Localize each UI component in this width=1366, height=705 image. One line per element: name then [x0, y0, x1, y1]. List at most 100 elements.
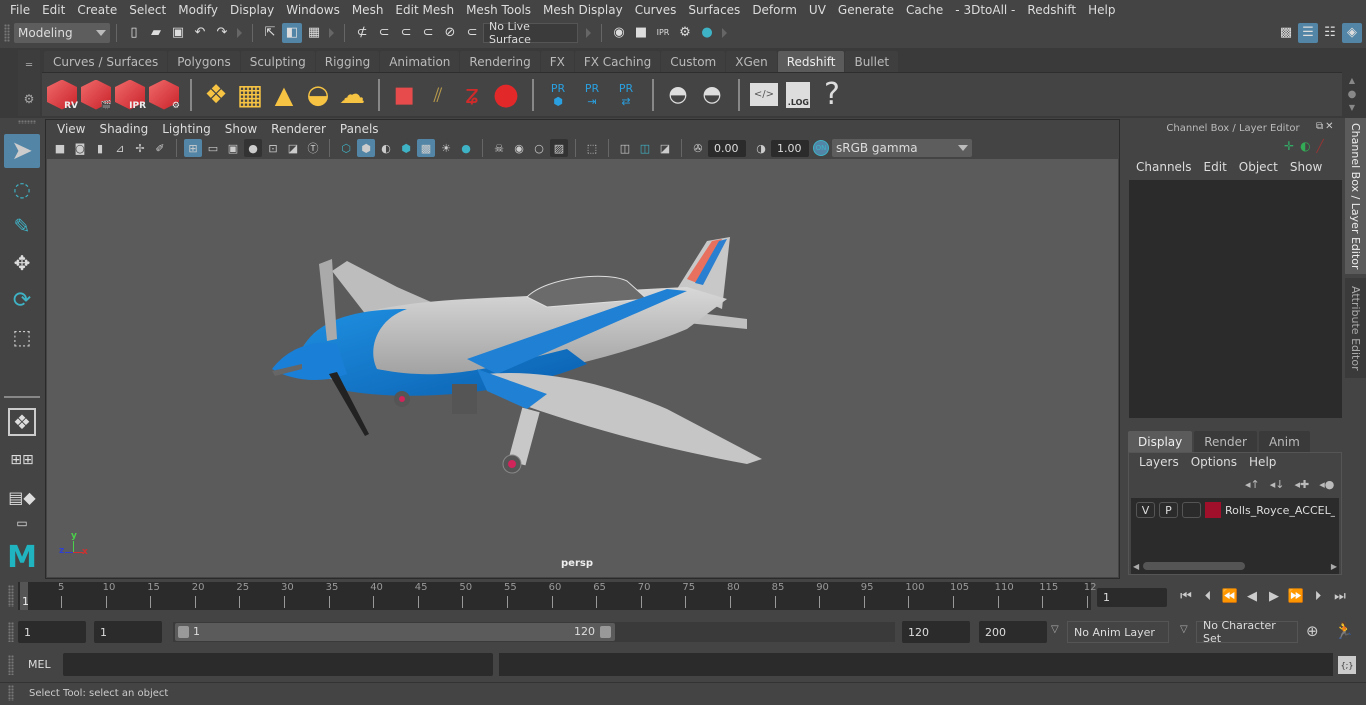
bake-multi-button[interactable]: ◓ [662, 77, 694, 113]
grid-icon[interactable]: ⊞ [184, 139, 202, 157]
layer-tab-render[interactable]: Render [1194, 431, 1257, 452]
scale-tool-button[interactable]: ⬚ [4, 320, 40, 354]
snap-surface-icon[interactable]: ⊘ [440, 23, 460, 43]
area-light-button[interactable]: ❖ [200, 77, 232, 113]
shelf-settings-icon[interactable]: ⚙ [24, 92, 35, 106]
shelf-tab-custom[interactable]: Custom [661, 51, 726, 72]
menu-mesh-display[interactable]: Mesh Display [537, 3, 629, 17]
paint-select-tool-button[interactable]: ✎ [4, 209, 40, 243]
hud-icon[interactable]: ◪ [656, 139, 674, 157]
shelf-tab-rigging[interactable]: Rigging [315, 51, 380, 72]
pr-export-button[interactable]: PR ⇥ [576, 77, 608, 113]
shelf-tab-sculpting[interactable]: Sculpting [240, 51, 315, 72]
open-scene-icon[interactable]: ▰ [146, 23, 166, 43]
menu-redshift[interactable]: Redshift [1021, 3, 1082, 17]
pr-object-button[interactable]: PR ⬢ [542, 77, 574, 113]
select-tool-button[interactable]: ➤ [4, 134, 40, 168]
channel-list[interactable] [1129, 180, 1342, 418]
layer-visibility-toggle[interactable]: V [1136, 502, 1155, 518]
rotate-tool-button[interactable]: ⟳ [4, 283, 40, 317]
exposure-field[interactable]: 0.00 [708, 139, 746, 157]
workspace-dropdown[interactable]: Modeling [14, 22, 110, 43]
spot-light-button[interactable]: ▲ [268, 77, 300, 113]
move-layer-down-icon[interactable]: ◂↓ [1270, 478, 1285, 491]
resolution-gate-icon[interactable]: ▣ [224, 139, 242, 157]
menu-surfaces[interactable]: Surfaces [682, 3, 746, 17]
drag-handle[interactable] [8, 685, 14, 701]
shelf-tab-xgen[interactable]: XGen [726, 51, 777, 72]
safe-title-icon[interactable]: Ⓣ [304, 139, 322, 157]
viewport-menu-show[interactable]: Show [218, 122, 264, 136]
smooth-shade-icon[interactable]: ⬢ [357, 139, 375, 157]
live-surface-field[interactable]: No Live Surface [483, 20, 578, 46]
anim-layer-dropdown[interactable]: No Anim Layer [1067, 621, 1169, 643]
redo-icon[interactable]: ↷ [212, 23, 232, 43]
range-slider[interactable]: 1 120 [175, 623, 615, 641]
2d-pan-zoom-icon[interactable]: ✢ [131, 139, 149, 157]
drag-handle[interactable] [8, 655, 14, 675]
two-sided-lighting-icon[interactable]: ◫ [616, 139, 634, 157]
redshift-batch-render-button[interactable]: 🎬 [80, 77, 112, 113]
attribute-editor-toggle-icon[interactable]: ☰ [1298, 22, 1318, 43]
lasso-tool-button[interactable]: ◌ [4, 172, 40, 206]
save-scene-icon[interactable]: ▣ [168, 23, 188, 43]
color-space-dropdown[interactable]: sRGB gamma [832, 139, 972, 157]
go-to-start-icon[interactable]: ⏮ [1175, 586, 1197, 606]
axis-manipulator-icon[interactable]: ✛ [1284, 139, 1294, 153]
channel-box-menu-show[interactable]: Show [1284, 160, 1328, 174]
float-window-icon[interactable]: ⧉ [1316, 121, 1323, 132]
dome-light-button[interactable]: ◒ [302, 77, 334, 113]
shelf-tab-fx[interactable]: FX [540, 51, 574, 72]
channel-box-toggle-icon[interactable]: ◈ [1342, 22, 1362, 43]
wireframe-icon[interactable]: ⬡ [337, 139, 355, 157]
anim-layer-dropdown-arrow-icon[interactable]: ▽ [1051, 624, 1059, 635]
modeling-toolkit-icon[interactable]: ▩ [1276, 23, 1296, 43]
menu-curves[interactable]: Curves [629, 3, 683, 17]
shelf-tab-polygons[interactable]: Polygons [168, 51, 240, 72]
scroll-right-icon[interactable]: ▶ [1331, 562, 1337, 571]
shelf-scrollbar[interactable]: ▲ ● ▼ [1343, 76, 1361, 112]
wireframe-on-shaded-icon[interactable]: ◐ [377, 139, 395, 157]
color-management-toggle[interactable]: ON [813, 140, 829, 156]
layer-display-type-toggle[interactable] [1182, 502, 1201, 518]
menu-deform[interactable]: Deform [746, 3, 803, 17]
render-frame-icon[interactable]: ■ [631, 23, 651, 43]
help-button[interactable]: ? [816, 77, 848, 113]
scroll-thumb-icon[interactable]: ● [1348, 89, 1357, 100]
shelf-tab-fx-caching[interactable]: FX Caching [574, 51, 661, 72]
select-object-icon[interactable]: ◧ [282, 22, 302, 43]
drag-handle[interactable] [8, 622, 14, 642]
layer-menu-help[interactable]: Help [1243, 455, 1282, 469]
menu-select[interactable]: Select [123, 3, 172, 17]
log-button[interactable]: .LOG [782, 77, 814, 113]
range-start-handle[interactable] [178, 626, 189, 638]
layer-tab-anim[interactable]: Anim [1258, 431, 1310, 452]
close-icon[interactable]: ✕ [1325, 121, 1333, 132]
viewport-3d[interactable]: y x z persp [47, 159, 1118, 577]
redshift-ipr-button[interactable]: IPR [114, 77, 146, 113]
isolate-select-icon[interactable]: ○ [530, 139, 548, 157]
viewport-menu-lighting[interactable]: Lighting [155, 122, 218, 136]
move-tool-button[interactable]: ✥ [4, 246, 40, 280]
command-language-label[interactable]: MEL [28, 658, 51, 671]
command-input[interactable] [63, 653, 493, 676]
portal-light-button[interactable]: ▦ [234, 77, 266, 113]
menu-mesh-tools[interactable]: Mesh Tools [460, 3, 537, 17]
hypershade-icon[interactable]: ● [697, 23, 717, 43]
play-backward-icon[interactable]: ◀ [1241, 586, 1263, 606]
hair-button[interactable]: ⫽ [422, 77, 454, 113]
auto-key-sync-icon[interactable]: ⊕ [1306, 622, 1319, 640]
pen-icon[interactable]: ╱ [1317, 139, 1324, 153]
current-frame-field[interactable]: 1 [1097, 588, 1167, 607]
step-forward-key-icon[interactable]: ⏩ [1285, 586, 1307, 606]
render-view-icon[interactable]: ◉ [609, 23, 629, 43]
play-forward-icon[interactable]: ▶ [1263, 586, 1285, 606]
channel-box-menu-channels[interactable]: Channels [1130, 160, 1198, 174]
menu-display[interactable]: Display [224, 3, 280, 17]
layer-color-swatch[interactable] [1205, 502, 1221, 518]
menu-uv[interactable]: UV [803, 3, 832, 17]
step-back-key-icon[interactable]: ⏪ [1219, 586, 1241, 606]
script-editor-button[interactable]: </> [748, 77, 780, 113]
new-scene-icon[interactable]: ▯ [124, 23, 144, 43]
single-perspective-layout-button[interactable]: ❖ [4, 405, 40, 439]
